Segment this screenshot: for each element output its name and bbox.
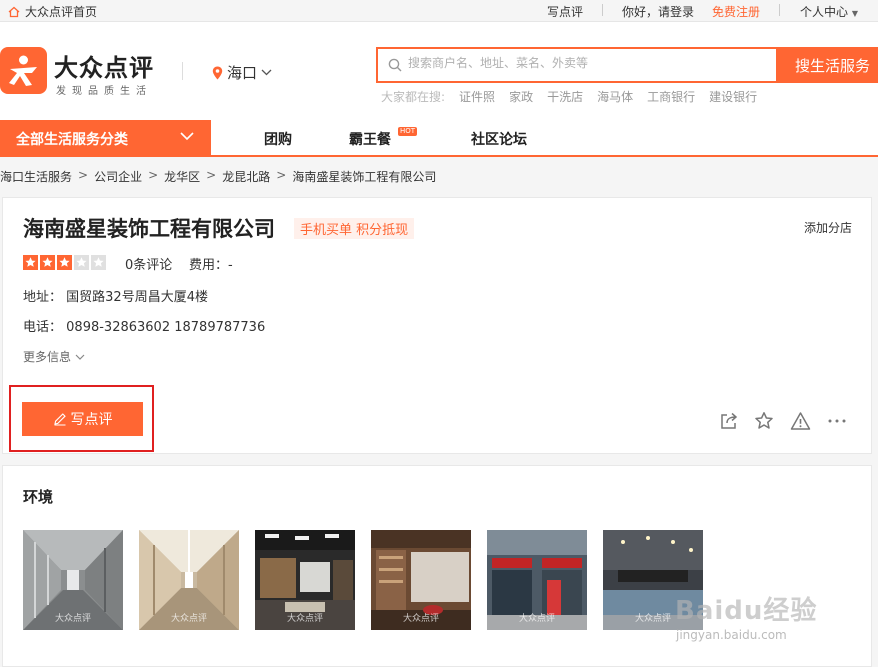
hot-searches-label: 大家都在搜: xyxy=(381,90,446,104)
phone-value: 0898-32863602 18789787736 xyxy=(66,320,266,335)
breadcrumb: 海口生活服务 > 公司企业 > 龙华区 > 龙昆北路 > 海南盛星装饰工程有限公司 xyxy=(0,168,436,185)
home-link[interactable]: 大众点评首页 xyxy=(8,3,97,20)
divider xyxy=(182,62,183,80)
city-name: 海口 xyxy=(227,64,258,82)
star-filled-icon xyxy=(23,255,38,270)
register-link[interactable]: 免费注册 xyxy=(712,3,760,20)
phone-row: 电话： 0898-32863602 18789787736 xyxy=(23,316,265,335)
environment-title: 环境 xyxy=(23,488,54,506)
star-filled-icon xyxy=(40,255,55,270)
breadcrumb-separator: > xyxy=(276,168,287,182)
breadcrumb-item[interactable]: 龙华区 xyxy=(164,168,200,185)
main-nav: 全部生活服务分类 团购 霸王餐 HOT 社区论坛 xyxy=(0,120,878,157)
star-favorite-icon[interactable] xyxy=(754,411,774,431)
hot-search-link[interactable]: 工商银行 xyxy=(647,88,695,105)
hot-search-link[interactable]: 海马体 xyxy=(597,88,633,105)
star-empty-icon xyxy=(91,255,106,270)
chevron-down-icon xyxy=(261,69,272,76)
top-bar: 大众点评首页 写点评 你好，请登录 免费注册 个人中心 ▼ xyxy=(0,0,878,22)
write-review-button[interactable]: 写点评 xyxy=(22,402,143,436)
more-info-toggle[interactable]: 更多信息 xyxy=(23,348,85,365)
photo-watermark: 大众点评 xyxy=(286,614,323,624)
shop-name: 海南盛星装饰工程有限公司 xyxy=(23,217,275,241)
home-link-label: 大众点评首页 xyxy=(25,5,98,19)
account-menu[interactable]: 个人中心 ▼ xyxy=(800,3,858,20)
breadcrumb-separator: > xyxy=(206,168,217,182)
address-value: 国贸路32号周昌大厦4楼 xyxy=(66,290,208,305)
breadcrumb-separator: > xyxy=(148,168,159,182)
hot-search-link[interactable]: 建设银行 xyxy=(709,88,757,105)
star-filled-icon xyxy=(57,255,72,270)
warning-report-icon[interactable] xyxy=(790,411,811,431)
divider xyxy=(602,4,603,16)
logo-mark xyxy=(9,55,37,86)
chevron-down-icon xyxy=(75,354,85,360)
watermark-url: jingyan.baidu.com xyxy=(676,628,787,642)
photo-watermark: 大众点评 xyxy=(170,614,207,624)
breadcrumb-item[interactable]: 海口生活服务 xyxy=(0,168,72,185)
location-pin-icon xyxy=(212,66,223,79)
city-selector[interactable]: 海口 xyxy=(212,62,272,83)
baidu-jingyan-watermark: Baidu经验 jingyan.baidu.com xyxy=(675,590,818,642)
shop-promo-tag[interactable]: 手机买单 积分抵现 xyxy=(294,218,415,239)
write-review-label: 写点评 xyxy=(70,412,113,428)
nav-item-group-buy[interactable]: 团购 xyxy=(264,129,292,149)
watermark-brand: Baidu经验 xyxy=(675,596,818,626)
search-input[interactable] xyxy=(408,56,768,70)
all-categories-menu[interactable]: 全部生活服务分类 xyxy=(0,120,211,157)
nav-item-free-meal[interactable]: 霸王餐 xyxy=(349,129,391,149)
chevron-down-icon xyxy=(180,132,194,141)
all-categories-label: 全部生活服务分类 xyxy=(16,132,128,148)
search-box xyxy=(376,47,778,83)
logo-icon[interactable] xyxy=(0,47,47,94)
environment-photo[interactable]: 大众点评 xyxy=(139,530,239,630)
home-icon xyxy=(8,6,20,17)
breadcrumb-item[interactable]: 龙昆北路 xyxy=(222,168,270,185)
phone-label: 电话： xyxy=(23,320,63,335)
hot-search-link[interactable]: 证件照 xyxy=(459,88,495,105)
address-label: 地址： xyxy=(23,290,63,305)
environment-photo[interactable]: 大众点评 xyxy=(487,530,587,630)
star-rating xyxy=(23,255,106,270)
nav-item-forum[interactable]: 社区论坛 xyxy=(471,129,527,149)
review-count[interactable]: 0条评论 xyxy=(125,254,172,273)
hot-search-link[interactable]: 干洗店 xyxy=(547,88,583,105)
hot-search-link[interactable]: 家政 xyxy=(509,88,533,105)
divider xyxy=(779,4,780,16)
environment-photo[interactable]: 大众点评 xyxy=(255,530,355,630)
pencil-icon xyxy=(53,413,66,426)
photo-watermark: 大众点评 xyxy=(54,614,91,624)
photo-watermark: 大众点评 xyxy=(518,614,555,624)
account-label: 个人中心 xyxy=(800,5,849,19)
search-icon xyxy=(388,58,402,72)
caret-down-icon: ▼ xyxy=(851,9,858,18)
star-empty-icon xyxy=(74,255,89,270)
header: 大众点评 发现品质生活 海口 搜生活服务 大家都在搜: 证件照 家政 干洗店 海… xyxy=(0,22,878,120)
share-icon[interactable] xyxy=(719,411,739,431)
address-row: 地址： 国贸路32号周昌大厦4楼 xyxy=(23,286,208,305)
write-review-link[interactable]: 写点评 xyxy=(547,3,583,20)
environment-photo[interactable]: 大众点评 xyxy=(371,530,471,630)
login-link[interactable]: 你好，请登录 xyxy=(622,3,694,20)
add-branch-link[interactable]: 添加分店 xyxy=(804,219,852,236)
breadcrumb-separator: > xyxy=(78,168,89,182)
more-options-icon[interactable] xyxy=(827,411,847,431)
search-button[interactable]: 搜生活服务 xyxy=(776,47,878,83)
shop-info-card: 海南盛星装饰工程有限公司 手机买单 积分抵现 添加分店 0条评论 费用：- 地址… xyxy=(2,197,872,454)
cost-info: 费用：- xyxy=(189,258,233,273)
environment-photo[interactable]: 大众点评 xyxy=(23,530,123,630)
hot-searches: 大家都在搜: 证件照 家政 干洗店 海马体 工商银行 建设银行 xyxy=(381,88,757,105)
logo-title[interactable]: 大众点评 xyxy=(54,48,154,83)
logo-subtitle: 发现品质生活 xyxy=(56,86,152,97)
breadcrumb-current: 海南盛星装饰工程有限公司 xyxy=(292,170,437,184)
breadcrumb-item[interactable]: 公司企业 xyxy=(94,168,142,185)
more-info-label: 更多信息 xyxy=(23,350,72,364)
hot-badge: HOT xyxy=(398,127,418,136)
photo-watermark: 大众点评 xyxy=(402,614,439,624)
